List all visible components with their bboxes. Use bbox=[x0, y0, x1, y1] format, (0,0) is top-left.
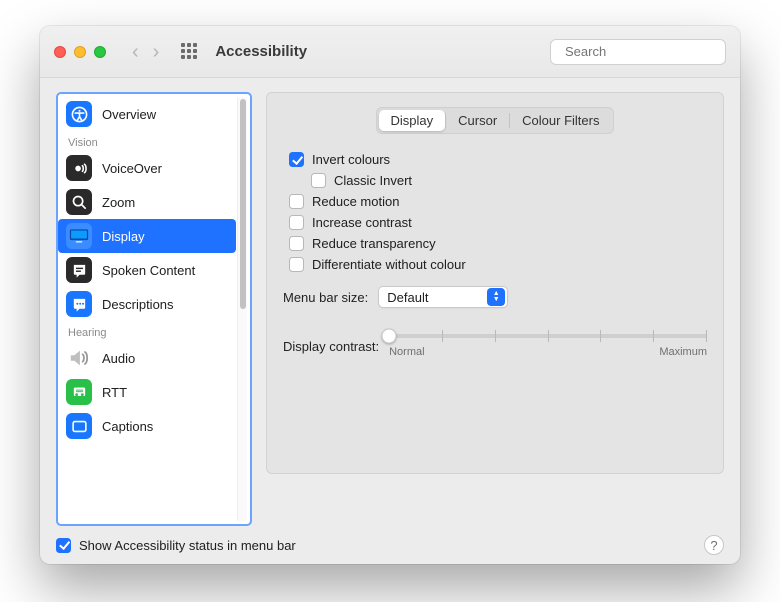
sidebar-section-hearing: Hearing bbox=[58, 321, 236, 341]
display-contrast-max-label: Maximum bbox=[659, 346, 707, 358]
voiceover-icon bbox=[66, 155, 92, 181]
option-differentiate-colour: Differentiate without colour bbox=[289, 257, 707, 272]
differentiate-colour-checkbox[interactable] bbox=[289, 257, 304, 272]
settings-panel: Display Cursor Colour Filters Invert col… bbox=[266, 92, 724, 474]
zoom-icon bbox=[66, 189, 92, 215]
toolbar: ‹ › Accessibility bbox=[40, 26, 740, 78]
sidebar-item-captions[interactable]: Captions bbox=[58, 409, 236, 443]
popup-arrows-icon: ▲▼ bbox=[487, 288, 505, 306]
display-contrast-label: Display contrast: bbox=[283, 339, 379, 354]
tab-bar: Display Cursor Colour Filters bbox=[283, 107, 707, 134]
increase-contrast-checkbox[interactable] bbox=[289, 215, 304, 230]
display-contrast-knob[interactable] bbox=[382, 329, 397, 344]
menu-bar-size-label: Menu bar size: bbox=[283, 290, 368, 305]
show-status-row: Show Accessibility status in menu bar bbox=[56, 538, 296, 553]
tab-display[interactable]: Display bbox=[379, 110, 446, 131]
option-reduce-motion: Reduce motion bbox=[289, 194, 707, 209]
tab-colour-filters[interactable]: Colour Filters bbox=[510, 110, 611, 131]
sidebar-item-label: Descriptions bbox=[102, 297, 174, 312]
sidebar-item-voiceover[interactable]: VoiceOver bbox=[58, 151, 236, 185]
prefs-window: ‹ › Accessibility Overview bbox=[40, 26, 740, 564]
captions-icon bbox=[66, 413, 92, 439]
help-button[interactable]: ? bbox=[704, 535, 724, 555]
option-classic-invert: Classic Invert bbox=[311, 173, 707, 188]
sidebar-item-rtt[interactable]: RTT bbox=[58, 375, 236, 409]
accessibility-icon bbox=[66, 101, 92, 127]
option-increase-contrast: Increase contrast bbox=[289, 215, 707, 230]
minimize-window-button[interactable] bbox=[74, 46, 86, 58]
tab-cursor[interactable]: Cursor bbox=[446, 110, 509, 131]
sidebar-item-label: Spoken Content bbox=[102, 263, 195, 278]
sidebar-item-audio[interactable]: Audio bbox=[58, 341, 236, 375]
menu-bar-size-value: Default bbox=[387, 290, 428, 305]
sidebar-item-zoom[interactable]: Zoom bbox=[58, 185, 236, 219]
display-options: Invert colours Classic Invert Reduce mot… bbox=[283, 152, 707, 272]
menu-bar-size-row: Menu bar size: Default ▲▼ bbox=[283, 286, 707, 308]
option-label: Reduce transparency bbox=[312, 236, 436, 251]
display-contrast-row: Display contrast: Normal M bbox=[283, 328, 707, 364]
footer: Show Accessibility status in menu bar ? bbox=[40, 526, 740, 564]
spoken-content-icon bbox=[66, 257, 92, 283]
invert-colours-checkbox[interactable] bbox=[289, 152, 304, 167]
display-icon bbox=[66, 223, 92, 249]
reduce-motion-checkbox[interactable] bbox=[289, 194, 304, 209]
sidebar-item-label: VoiceOver bbox=[102, 161, 162, 176]
sidebar-section-vision: Vision bbox=[58, 131, 236, 151]
close-window-button[interactable] bbox=[54, 46, 66, 58]
zoom-window-button[interactable] bbox=[94, 46, 106, 58]
window-title: Accessibility bbox=[215, 43, 307, 60]
display-contrast-min-label: Normal bbox=[389, 346, 424, 358]
option-label: Classic Invert bbox=[334, 173, 412, 188]
sidebar-item-label: RTT bbox=[102, 385, 127, 400]
menu-bar-size-popup[interactable]: Default ▲▼ bbox=[378, 286, 508, 308]
back-button[interactable]: ‹ bbox=[128, 40, 143, 64]
search-input[interactable] bbox=[563, 43, 740, 60]
sidebar-item-label: Audio bbox=[102, 351, 135, 366]
option-label: Increase contrast bbox=[312, 215, 412, 230]
search-field[interactable] bbox=[550, 39, 726, 65]
content-area: Overview Vision VoiceOver Zoom bbox=[40, 78, 740, 526]
audio-icon bbox=[66, 345, 92, 371]
sidebar-item-label: Zoom bbox=[102, 195, 135, 210]
show-status-checkbox[interactable] bbox=[56, 538, 71, 553]
option-reduce-transparency: Reduce transparency bbox=[289, 236, 707, 251]
descriptions-icon bbox=[66, 291, 92, 317]
sidebar-item-label: Display bbox=[102, 229, 145, 244]
classic-invert-checkbox[interactable] bbox=[311, 173, 326, 188]
sidebar-item-descriptions[interactable]: Descriptions bbox=[58, 287, 236, 321]
show-all-prefs-button[interactable] bbox=[181, 43, 199, 61]
window-controls bbox=[54, 46, 106, 58]
reduce-transparency-checkbox[interactable] bbox=[289, 236, 304, 251]
sidebar-scrollbar-thumb[interactable] bbox=[240, 99, 246, 309]
forward-button[interactable]: › bbox=[149, 40, 164, 64]
option-label: Differentiate without colour bbox=[312, 257, 466, 272]
sidebar: Overview Vision VoiceOver Zoom bbox=[56, 92, 252, 526]
sidebar-scrollbar[interactable] bbox=[237, 97, 247, 521]
sidebar-item-label: Overview bbox=[102, 107, 156, 122]
sidebar-item-spoken-content[interactable]: Spoken Content bbox=[58, 253, 236, 287]
rtt-icon bbox=[66, 379, 92, 405]
sidebar-item-display[interactable]: Display bbox=[58, 219, 236, 253]
show-status-label: Show Accessibility status in menu bar bbox=[79, 538, 296, 553]
sidebar-item-label: Captions bbox=[102, 419, 153, 434]
nav-buttons: ‹ › bbox=[128, 40, 163, 64]
option-label: Invert colours bbox=[312, 152, 390, 167]
sidebar-item-overview[interactable]: Overview bbox=[58, 97, 236, 131]
option-invert-colours: Invert colours bbox=[289, 152, 707, 167]
display-contrast-slider[interactable] bbox=[389, 334, 707, 338]
option-label: Reduce motion bbox=[312, 194, 399, 209]
